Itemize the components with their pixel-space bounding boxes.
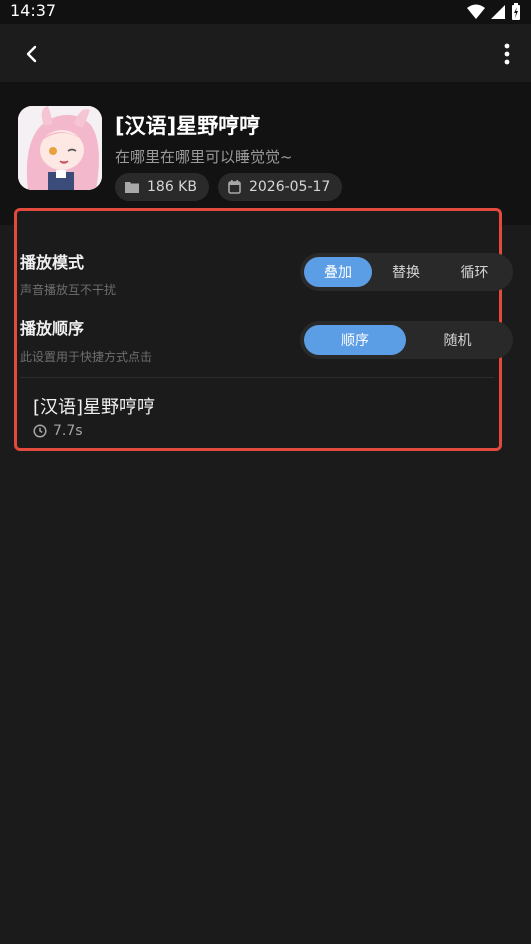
clock-icon [33, 424, 47, 438]
sound-header: [汉语]星野哼哼 在哪里在哪里可以睡觉觉~ 186 KB 2026-05-17 [0, 82, 531, 225]
play-mode-title: 播放模式 [20, 253, 85, 272]
status-bar: 14:37 [0, 0, 531, 24]
sound-meta-chips: 186 KB 2026-05-17 [115, 173, 343, 201]
settings-panel: 播放模式 声音播放互不干扰 叠加 替换 循环 播放顺序 此设置用于快捷方式点击 … [14, 208, 513, 451]
duration-value: 7.7s [53, 423, 83, 439]
size-value: 186 KB [147, 179, 197, 195]
play-mode-desc: 声音播放互不干扰 [20, 283, 117, 297]
play-order-desc: 此设置用于快捷方式点击 [20, 350, 153, 364]
play-order-segmented: 顺序 随机 [300, 321, 513, 359]
date-chip: 2026-05-17 [217, 173, 343, 201]
status-icons [467, 3, 521, 21]
play-order-option-random[interactable]: 随机 [406, 325, 509, 355]
more-vertical-icon[interactable] [497, 40, 517, 68]
wifi-icon [467, 4, 485, 19]
date-value: 2026-05-17 [248, 179, 331, 195]
signal-icon [491, 5, 505, 19]
play-order-title: 播放顺序 [20, 319, 85, 338]
sound-item-name[interactable]: [汉语]星野哼哼 [33, 393, 155, 419]
divider [20, 377, 494, 378]
size-chip: 186 KB [115, 173, 209, 201]
play-mode-option-overlay[interactable]: 叠加 [304, 257, 372, 287]
status-time: 14:37 [10, 1, 57, 20]
chevron-left-icon[interactable] [18, 40, 46, 68]
play-mode-option-loop[interactable]: 循环 [440, 257, 509, 287]
play-mode-option-replace[interactable]: 替换 [372, 257, 440, 287]
cover-image [18, 106, 102, 190]
calendar-icon [228, 180, 241, 194]
sound-title: [汉语]星野哼哼 [115, 114, 261, 138]
sound-item-duration: 7.7s [33, 423, 83, 439]
play-order-option-sequential[interactable]: 顺序 [304, 325, 406, 355]
top-bar [0, 24, 531, 82]
play-mode-segmented: 叠加 替换 循环 [300, 253, 513, 291]
sound-subtitle: 在哪里在哪里可以睡觉觉~ [115, 148, 293, 166]
folder-icon [125, 182, 139, 193]
battery-icon [512, 3, 520, 20]
